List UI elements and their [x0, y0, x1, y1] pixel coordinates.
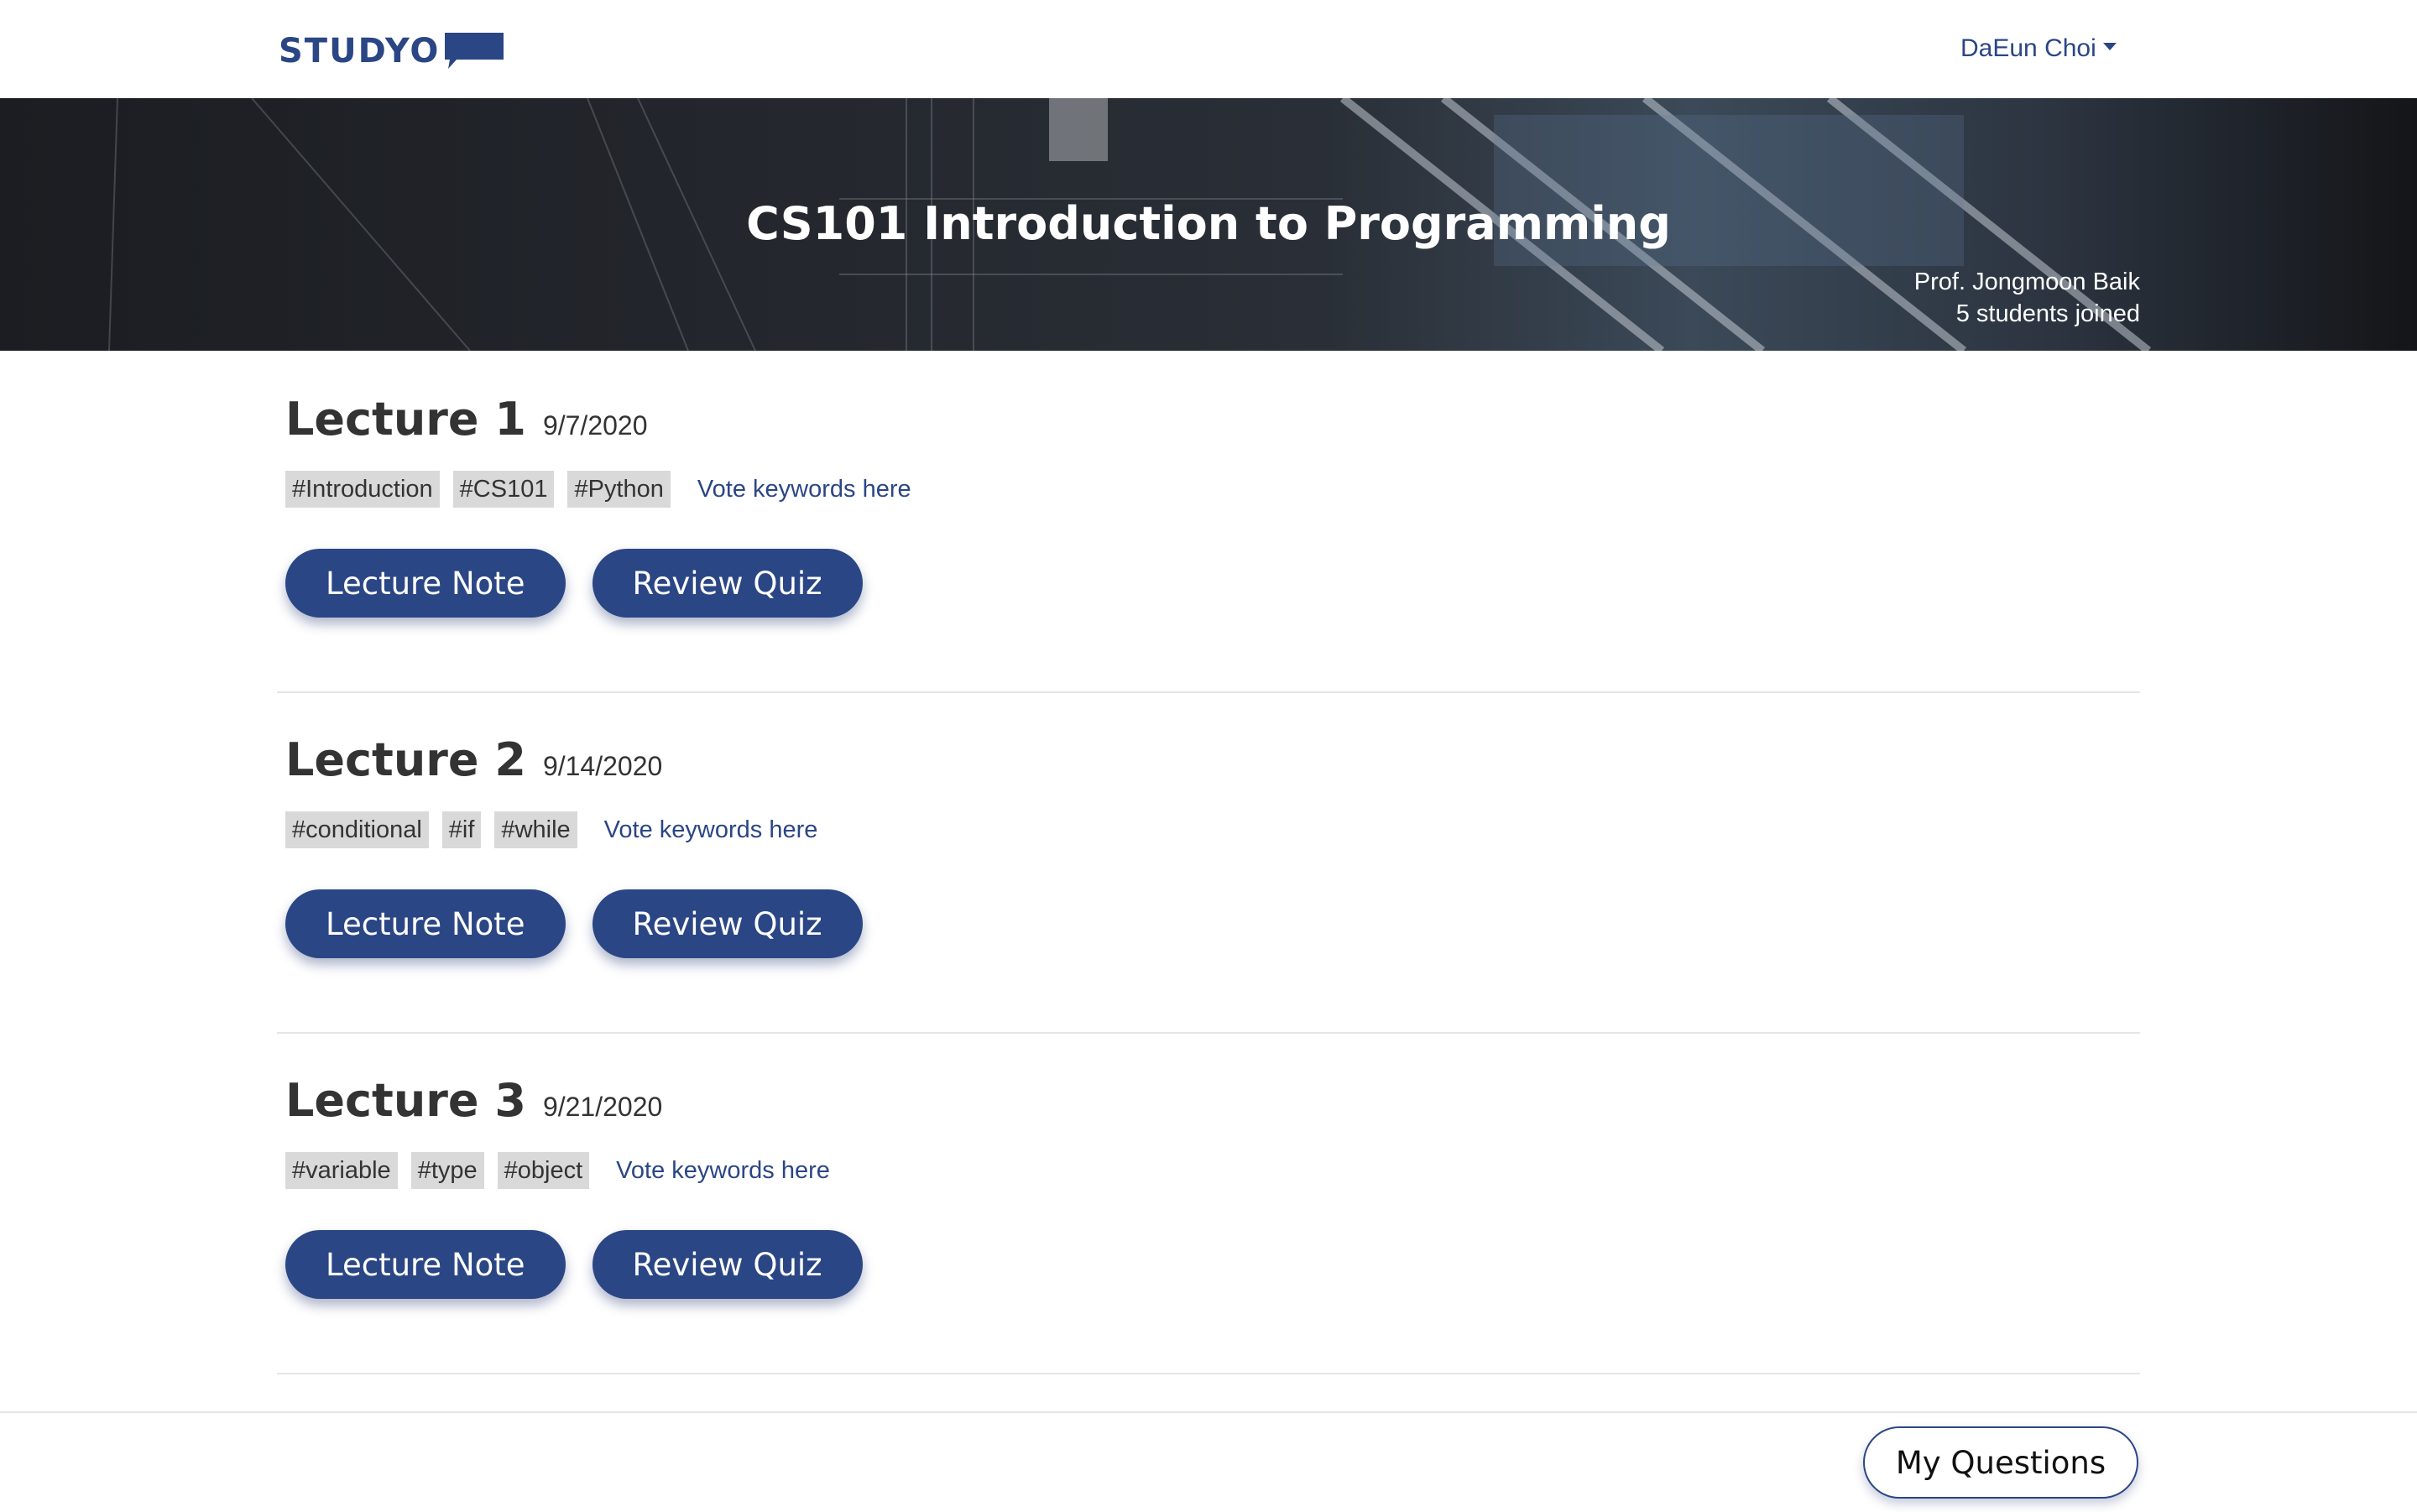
- lecture-date: 9/21/2020: [542, 1092, 663, 1122]
- my-questions-button[interactable]: My Questions: [1863, 1426, 2138, 1499]
- lecture-card-2: Lecture 2 9/14/2020 #conditional #if #wh…: [277, 691, 2140, 1034]
- vote-keywords-link[interactable]: Vote keywords here: [616, 1157, 830, 1185]
- keyword-tag: #while: [494, 811, 577, 848]
- user-name: DaEun Choi: [1960, 34, 2096, 62]
- students-joined-count: 5 students joined: [1955, 300, 2140, 327]
- keyword-tag: #conditional: [285, 811, 429, 848]
- bottom-action-bar: My Questions: [0, 1411, 2417, 1512]
- lecture-card-3: Lecture 3 9/21/2020 #variable #type #obj…: [277, 1032, 2140, 1374]
- top-navbar: STUDYO DaEun Choi: [0, 0, 2417, 99]
- user-menu-dropdown[interactable]: DaEun Choi: [1960, 32, 2117, 65]
- lecture-date: 9/14/2020: [542, 751, 663, 781]
- review-quiz-button[interactable]: Review Quiz: [592, 889, 863, 958]
- lecture-card-1: Lecture 1 9/7/2020 #Introduction #CS101 …: [277, 351, 2140, 693]
- keyword-tag: #type: [410, 1152, 484, 1189]
- course-title: CS101 Introduction to Programming: [746, 197, 1671, 250]
- lecture-header: Lecture 2 9/14/2020: [285, 733, 662, 786]
- studyo-logo[interactable]: STUDYO: [279, 30, 504, 72]
- lecture-actions: Lecture Note Review Quiz: [285, 549, 863, 618]
- lecture-header: Lecture 3 9/21/2020: [285, 1074, 662, 1127]
- lecture-title: Lecture 3: [285, 1074, 526, 1127]
- vote-keywords-link[interactable]: Vote keywords here: [604, 816, 818, 844]
- professor-name: Prof. Jongmoon Baik: [1913, 269, 2140, 295]
- lecture-note-button[interactable]: Lecture Note: [285, 1230, 566, 1299]
- lecture-actions: Lecture Note Review Quiz: [285, 1230, 863, 1299]
- review-quiz-button[interactable]: Review Quiz: [592, 1230, 863, 1299]
- lecture-date: 9/7/2020: [542, 410, 648, 441]
- keyword-tag: #variable: [285, 1152, 398, 1189]
- keyword-tag: #if: [441, 811, 482, 848]
- lecture-note-button[interactable]: Lecture Note: [285, 549, 566, 618]
- lecture-header: Lecture 1 9/7/2020: [285, 393, 648, 446]
- lecture-actions: Lecture Note Review Quiz: [285, 889, 863, 958]
- caret-down-icon: [2102, 42, 2117, 50]
- course-meta: Prof. Jongmoon Baik 5 students joined: [1914, 266, 2140, 330]
- keyword-tag: #object: [497, 1152, 590, 1189]
- lecture-title: Lecture 2: [285, 733, 526, 786]
- keyword-tags: #Introduction #CS101 #Python Vote keywor…: [285, 471, 911, 508]
- review-quiz-button[interactable]: Review Quiz: [592, 549, 863, 618]
- speech-bubble-logo-icon: [445, 33, 504, 69]
- keyword-tag: #CS101: [452, 471, 555, 508]
- logo-text: STUDYO: [279, 32, 441, 70]
- lecture-title: Lecture 1: [285, 393, 526, 446]
- keyword-tags: #conditional #if #while Vote keywords he…: [285, 811, 817, 848]
- course-banner: CS101 Introduction to Programming Prof. …: [0, 98, 2417, 351]
- keyword-tag: #Python: [567, 471, 671, 508]
- vote-keywords-link[interactable]: Vote keywords here: [697, 476, 911, 503]
- lecture-note-button[interactable]: Lecture Note: [285, 889, 566, 958]
- keyword-tags: #variable #type #object Vote keywords he…: [285, 1152, 830, 1189]
- keyword-tag: #Introduction: [285, 471, 440, 508]
